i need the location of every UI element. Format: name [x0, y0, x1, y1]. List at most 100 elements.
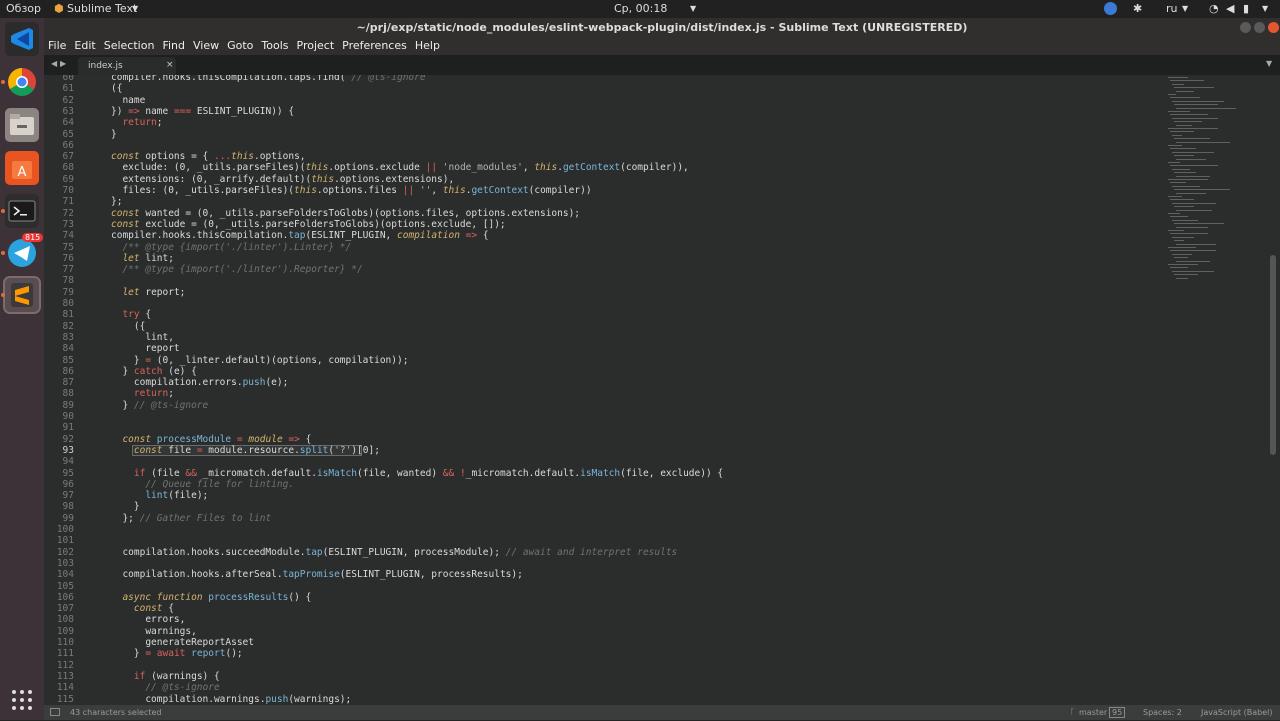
tab-nav-left-icon[interactable]: ◀	[51, 59, 57, 68]
line-number: 105	[56, 580, 74, 592]
code-line[interactable]: exclude: (0, _utils.parseFiles)(this.opt…	[111, 162, 688, 173]
minimize-button[interactable]	[1240, 22, 1251, 33]
minimap-line	[1168, 179, 1208, 180]
tab-index-js[interactable]: index.js ×	[78, 57, 176, 75]
minimap-line	[1170, 267, 1188, 269]
menu-file[interactable]: File	[44, 37, 70, 52]
tab-list-icon[interactable]: ▼	[1266, 59, 1272, 68]
code-line[interactable]: } = (0, _linter.default)(options, compil…	[111, 355, 409, 366]
code-line[interactable]: const {	[111, 603, 174, 614]
code-line[interactable]: /** @type {import('./linter').Reporter} …	[111, 264, 362, 275]
code-line[interactable]: lint(file);	[111, 490, 208, 501]
code-line[interactable]: return;	[111, 117, 162, 128]
menu-goto[interactable]: Goto	[223, 37, 257, 52]
code-line[interactable]: }; // Gather Files to lint	[111, 513, 271, 524]
code-line[interactable]: }	[111, 501, 140, 512]
code-line[interactable]: };	[111, 196, 122, 207]
clock[interactable]: Ср, 00:18	[614, 2, 667, 15]
line-number: 70	[62, 185, 74, 196]
update-icon[interactable]	[1104, 2, 1117, 15]
line-number: 68	[62, 162, 74, 174]
code-line[interactable]: // Queue file for linting.	[111, 479, 294, 490]
code-line[interactable]: }	[111, 129, 117, 140]
code-line[interactable]: if (warnings) {	[111, 671, 220, 682]
vertical-scrollbar[interactable]	[1270, 255, 1276, 455]
code-line[interactable]: let lint;	[111, 253, 174, 264]
wifi-icon[interactable]: ◔	[1209, 2, 1219, 15]
menu-view[interactable]: View	[189, 37, 223, 52]
keyboard-layout[interactable]: ru	[1166, 2, 1178, 15]
volume-icon[interactable]: ◀	[1226, 2, 1234, 15]
menu-edit[interactable]: Edit	[70, 37, 99, 52]
minimap-line	[1174, 104, 1218, 106]
menu-selection[interactable]: Selection	[100, 37, 159, 52]
panel-toggle-icon[interactable]	[50, 708, 60, 716]
code-line[interactable]: // @ts-ignore	[111, 682, 219, 693]
line-number: 62	[62, 94, 74, 106]
line-number: 109	[56, 625, 74, 637]
app-menu[interactable]: Sublime Text	[67, 2, 137, 15]
telegram-icon[interactable]: 815	[5, 233, 44, 270]
code-line[interactable]: compiler.hooks.thisCompilation.taps.find…	[111, 75, 426, 83]
window-title-bar[interactable]: ~/prj/exp/static/node_modules/eslint-web…	[44, 18, 1280, 37]
indentation-status[interactable]: Spaces: 2	[1143, 708, 1182, 717]
code-line[interactable]: compilation.errors.push(e);	[111, 377, 288, 388]
code-line[interactable]: const options = { ...this.options,	[111, 151, 306, 162]
code-line[interactable]: generateReportAsset	[111, 637, 254, 648]
code-line[interactable]: if (file && _micromatch.default.isMatch(…	[111, 468, 723, 479]
code-line[interactable]: async function processResults() {	[111, 592, 311, 603]
code-line[interactable]: report	[111, 343, 179, 354]
code-line[interactable]: const file = module.resource.split('?')[…	[111, 445, 380, 456]
menu-preferences[interactable]: Preferences	[338, 37, 411, 52]
code-line[interactable]: ({	[111, 321, 145, 332]
chrome-icon[interactable]	[5, 65, 39, 99]
close-button[interactable]	[1268, 22, 1279, 33]
code-line[interactable]: /** @type {import('./linter').Linter} */	[111, 242, 351, 253]
code-line[interactable]: errors,	[111, 614, 185, 625]
minimap-line	[1176, 260, 1210, 262]
code-line[interactable]: let report;	[111, 287, 185, 298]
terminal-icon[interactable]	[5, 194, 39, 228]
code-line[interactable]: } catch (e) {	[111, 366, 196, 377]
code-line[interactable]: extensions: (0, _arrify.default)(this.op…	[111, 174, 454, 185]
show-apps-icon[interactable]	[5, 683, 39, 717]
code-line[interactable]: compiler.hooks.thisCompilation.tap(ESLIN…	[111, 230, 489, 241]
code-line[interactable]: }) => name === ESLINT_PLUGIN)) {	[111, 106, 294, 117]
menu-tools[interactable]: Tools	[257, 37, 292, 52]
code-line[interactable]: try {	[111, 309, 151, 320]
vscode-icon[interactable]	[5, 22, 39, 56]
code-line[interactable]: compilation.hooks.afterSeal.tapPromise(E…	[111, 569, 522, 580]
code-line[interactable]: compilation.hooks.succeedModule.tap(ESLI…	[111, 547, 677, 558]
activities-button[interactable]: Обзор	[6, 2, 41, 15]
tab-nav-right-icon[interactable]: ▶	[60, 59, 66, 68]
minimap[interactable]	[1164, 75, 1264, 285]
software-center-icon[interactable]: A	[5, 151, 39, 185]
code-line[interactable]: name	[111, 95, 145, 106]
sublime-text-icon[interactable]	[3, 276, 41, 314]
battery-icon[interactable]: ▮	[1243, 2, 1249, 15]
code-line[interactable]: const processModule = module => {	[111, 434, 311, 445]
files-icon[interactable]	[5, 108, 39, 142]
git-branch[interactable]: master	[1079, 708, 1107, 717]
line-number: 60	[62, 75, 74, 83]
minimap-line	[1176, 192, 1206, 194]
sublime-icon: ⬢	[54, 2, 64, 15]
code-line[interactable]: lint,	[111, 332, 174, 343]
code-line[interactable]: const wanted = (0, _utils.parseFoldersTo…	[111, 208, 580, 219]
bluetooth-icon[interactable]: ✱	[1133, 2, 1142, 15]
code-line[interactable]: return;	[111, 388, 174, 399]
menu-find[interactable]: Find	[158, 37, 189, 52]
menu-project[interactable]: Project	[293, 37, 339, 52]
code-line[interactable]: warnings,	[111, 626, 196, 637]
tab-close-icon[interactable]: ×	[166, 60, 174, 70]
menu-help[interactable]: Help	[411, 37, 444, 52]
code-line[interactable]: } // @ts-ignore	[111, 400, 208, 411]
code-line[interactable]: const exclude = (0, _utils.parseFoldersT…	[111, 219, 506, 230]
code-line[interactable]: } = await report();	[111, 648, 243, 659]
code-line[interactable]: ({	[111, 83, 122, 94]
code-line[interactable]: compilation.warnings.push(warnings);	[111, 694, 351, 705]
syntax-status[interactable]: JavaScript (Babel)	[1201, 708, 1273, 717]
code-line[interactable]: files: (0, _utils.parseFiles)(this.optio…	[111, 185, 591, 196]
code-editor[interactable]: 60 61 62 63 64 65 66 67 68 69 70 71 72 73 74 75 76 77 78 79…	[44, 75, 1280, 705]
maximize-button[interactable]	[1254, 22, 1265, 33]
